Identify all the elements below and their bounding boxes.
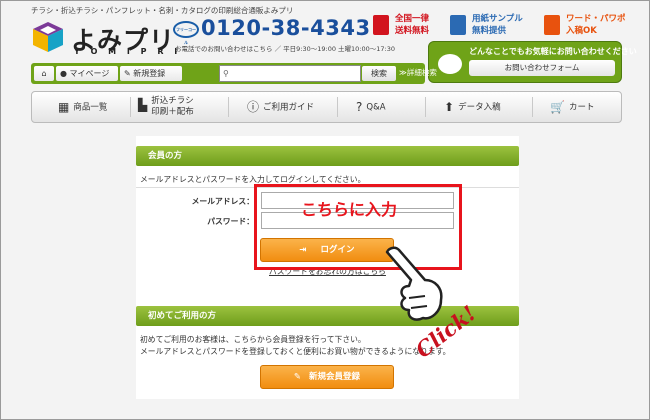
register-text-1: 初めてご利用のお客様は、こちらから会員登録を行って下さい。 xyxy=(140,335,366,344)
search-button[interactable]: 検索 xyxy=(362,66,396,81)
member-login-heading: 会員の方 xyxy=(136,146,519,166)
advanced-search-link[interactable]: ≫詳細検索 xyxy=(399,67,437,78)
edit-icon: ✎ xyxy=(124,69,131,78)
nav-cart[interactable]: 🛒 カート xyxy=(550,92,594,122)
contact-box: どんなことでもお気軽にお問い合わせください お問い合わせフォーム xyxy=(428,41,637,83)
register-button-label: 新規会員登録 xyxy=(309,372,361,382)
promo-line: 入稿OK xyxy=(566,26,597,36)
info-icon: ⓘ xyxy=(247,100,260,114)
nav-label: Q&A xyxy=(366,102,386,113)
upload-icon: ⬆ xyxy=(444,100,455,114)
truck-icon xyxy=(373,15,389,35)
user-icon: ● xyxy=(60,69,67,78)
contact-title: どんなことでもお気軽にお問い合わせください xyxy=(469,47,637,56)
nav-label: ご利用ガイド xyxy=(263,102,315,113)
register-icon: ✎ xyxy=(293,372,302,382)
nav-flyer-distribution[interactable]: ▙ 折込チラシ 印刷＋配布 xyxy=(138,96,194,126)
phone-hours: お電話でのお問い合わせはこちら ／ 平日9:30〜19:00 土曜10:00〜1… xyxy=(175,45,395,53)
nav-guide[interactable]: ⓘ ご利用ガイド xyxy=(247,92,314,122)
factory-icon: ▙ xyxy=(138,98,148,112)
search-input[interactable]: ⚲ xyxy=(219,65,361,82)
register-text-2: メールアドレスとパスワードを登録しておくと便利にお買い物ができるようになります。 xyxy=(140,347,451,356)
new-register-button[interactable]: ✎ 新規会員登録 xyxy=(260,365,394,389)
question-icon: ? xyxy=(356,100,363,114)
enter-here-annotation: こちらに入力 xyxy=(301,200,398,219)
logo-roman: Y O M I P R I xyxy=(74,47,182,56)
main-nav: ▦ 商品一覧 ▙ 折込チラシ 印刷＋配布 ⓘ ご利用ガイド ? Q&A ⬆ データ入稿 🛒 カ… xyxy=(31,91,622,123)
paper-sample-icon xyxy=(450,15,466,35)
page-frame: チラシ・折込チラシ・パンフレット・名刺・カタログの印刷総合通販よみプリ よみプリ… xyxy=(0,0,650,420)
promo-line: 無料提供 xyxy=(472,26,507,36)
nav-upload[interactable]: ⬆ データ入稿 xyxy=(444,92,501,122)
speech-bubble-icon xyxy=(438,54,462,74)
nav-divider xyxy=(130,97,131,117)
password-label: パスワード： xyxy=(207,217,254,226)
nav-divider xyxy=(228,97,229,117)
freedial-icon: フリーコール xyxy=(173,21,199,45)
nav-label: データ入稿 xyxy=(458,102,501,113)
mypage-button[interactable]: ● マイページ xyxy=(56,66,118,81)
nav-label: カート xyxy=(568,102,595,113)
word-powerpoint-icon xyxy=(544,15,560,35)
contact-form-button[interactable]: お問い合わせフォーム xyxy=(469,60,615,76)
home-icon: ⌂ xyxy=(41,69,47,78)
user-bar: ⌂ ● マイページ ✎ 新規登録 ⚲ 検索 ≫詳細検索 xyxy=(31,63,437,84)
grid-icon: ▦ xyxy=(58,100,70,114)
register-label: 新規登録 xyxy=(133,69,166,78)
email-label: メールアドレス： xyxy=(191,197,254,206)
pointing-hand-icon xyxy=(385,246,443,321)
promo-line: ワード・パワポ xyxy=(566,14,626,24)
logo-cube-icon xyxy=(33,22,63,52)
promo-line: 用紙サンプル xyxy=(472,14,523,24)
register-button[interactable]: ✎ 新規登録 xyxy=(120,66,182,81)
nav-divider xyxy=(532,97,533,117)
cart-icon: 🛒 xyxy=(550,100,565,114)
nav-qa[interactable]: ? Q&A xyxy=(356,92,386,122)
nav-divider xyxy=(337,97,338,117)
mypage-label: マイページ xyxy=(69,69,110,78)
home-button[interactable]: ⌂ xyxy=(34,66,54,81)
nav-label: 商品一覧 xyxy=(73,102,108,113)
phone-number: 0120-38-4343 xyxy=(201,16,371,40)
search-icon: ⚲ xyxy=(223,69,229,78)
site-tagline: チラシ・折込チラシ・パンフレット・名刺・カタログの印刷総合通販よみプリ xyxy=(31,6,294,15)
nav-divider xyxy=(425,97,426,117)
nav-products[interactable]: ▦ 商品一覧 xyxy=(58,92,107,122)
